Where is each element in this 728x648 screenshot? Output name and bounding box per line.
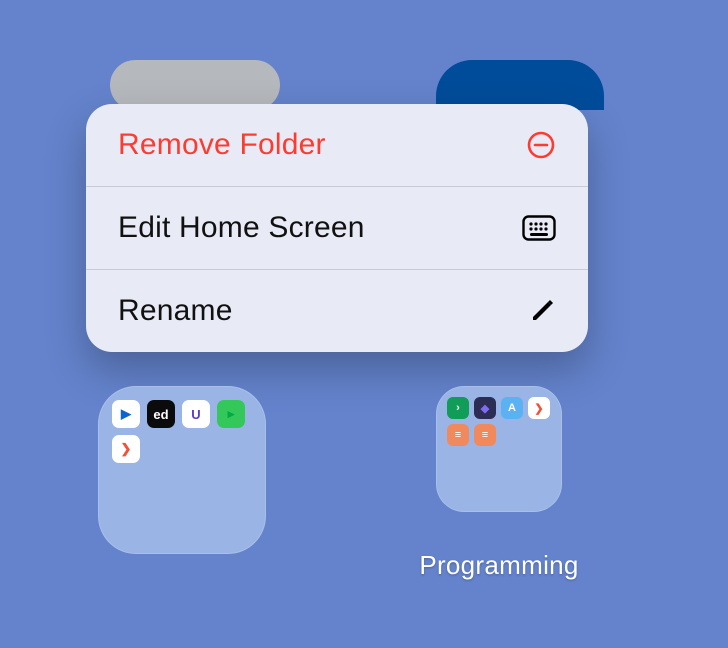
folder-behind-right [436,60,604,110]
menu-item-edit-home-screen[interactable]: Edit Home Screen [86,186,588,269]
menu-item-remove-folder[interactable]: Remove Folder [86,104,588,186]
menu-item-label: Rename [118,294,233,328]
mini-app-icon: A [501,397,523,419]
folder-label-programming: Programming [406,550,592,581]
mini-app-icon: ❯ [528,397,550,419]
mini-app-icon: ≡ [447,424,469,446]
mini-app-icon: ▸ [217,400,245,428]
folder-app-grid: ›◆A❯ ≡≡ [436,386,562,457]
mini-app-icon: ed [147,400,175,428]
folder-programming[interactable]: ›◆A❯ ≡≡ [436,386,562,512]
mini-app-icon: › [447,397,469,419]
mini-app-icon: ◆ [474,397,496,419]
app-grid-icon [522,215,556,241]
menu-item-label: Edit Home Screen [118,211,365,245]
menu-item-label: Remove Folder [118,128,326,162]
pencil-icon [528,297,556,325]
mini-app-icon: ❯ [112,435,140,463]
mini-app-icon: ≡ [474,424,496,446]
remove-icon [526,130,556,160]
mini-app-icon: U [182,400,210,428]
folder-app-grid: ▶edU▸ ❯ [98,386,266,477]
folder-unnamed[interactable]: ▶edU▸ ❯ [98,386,266,554]
folder-context-menu: Remove Folder Edit Home Screen Rename [86,104,588,352]
mini-app-icon: ▶ [112,400,140,428]
folder-behind-left [110,60,280,110]
menu-item-rename[interactable]: Rename [86,269,588,352]
